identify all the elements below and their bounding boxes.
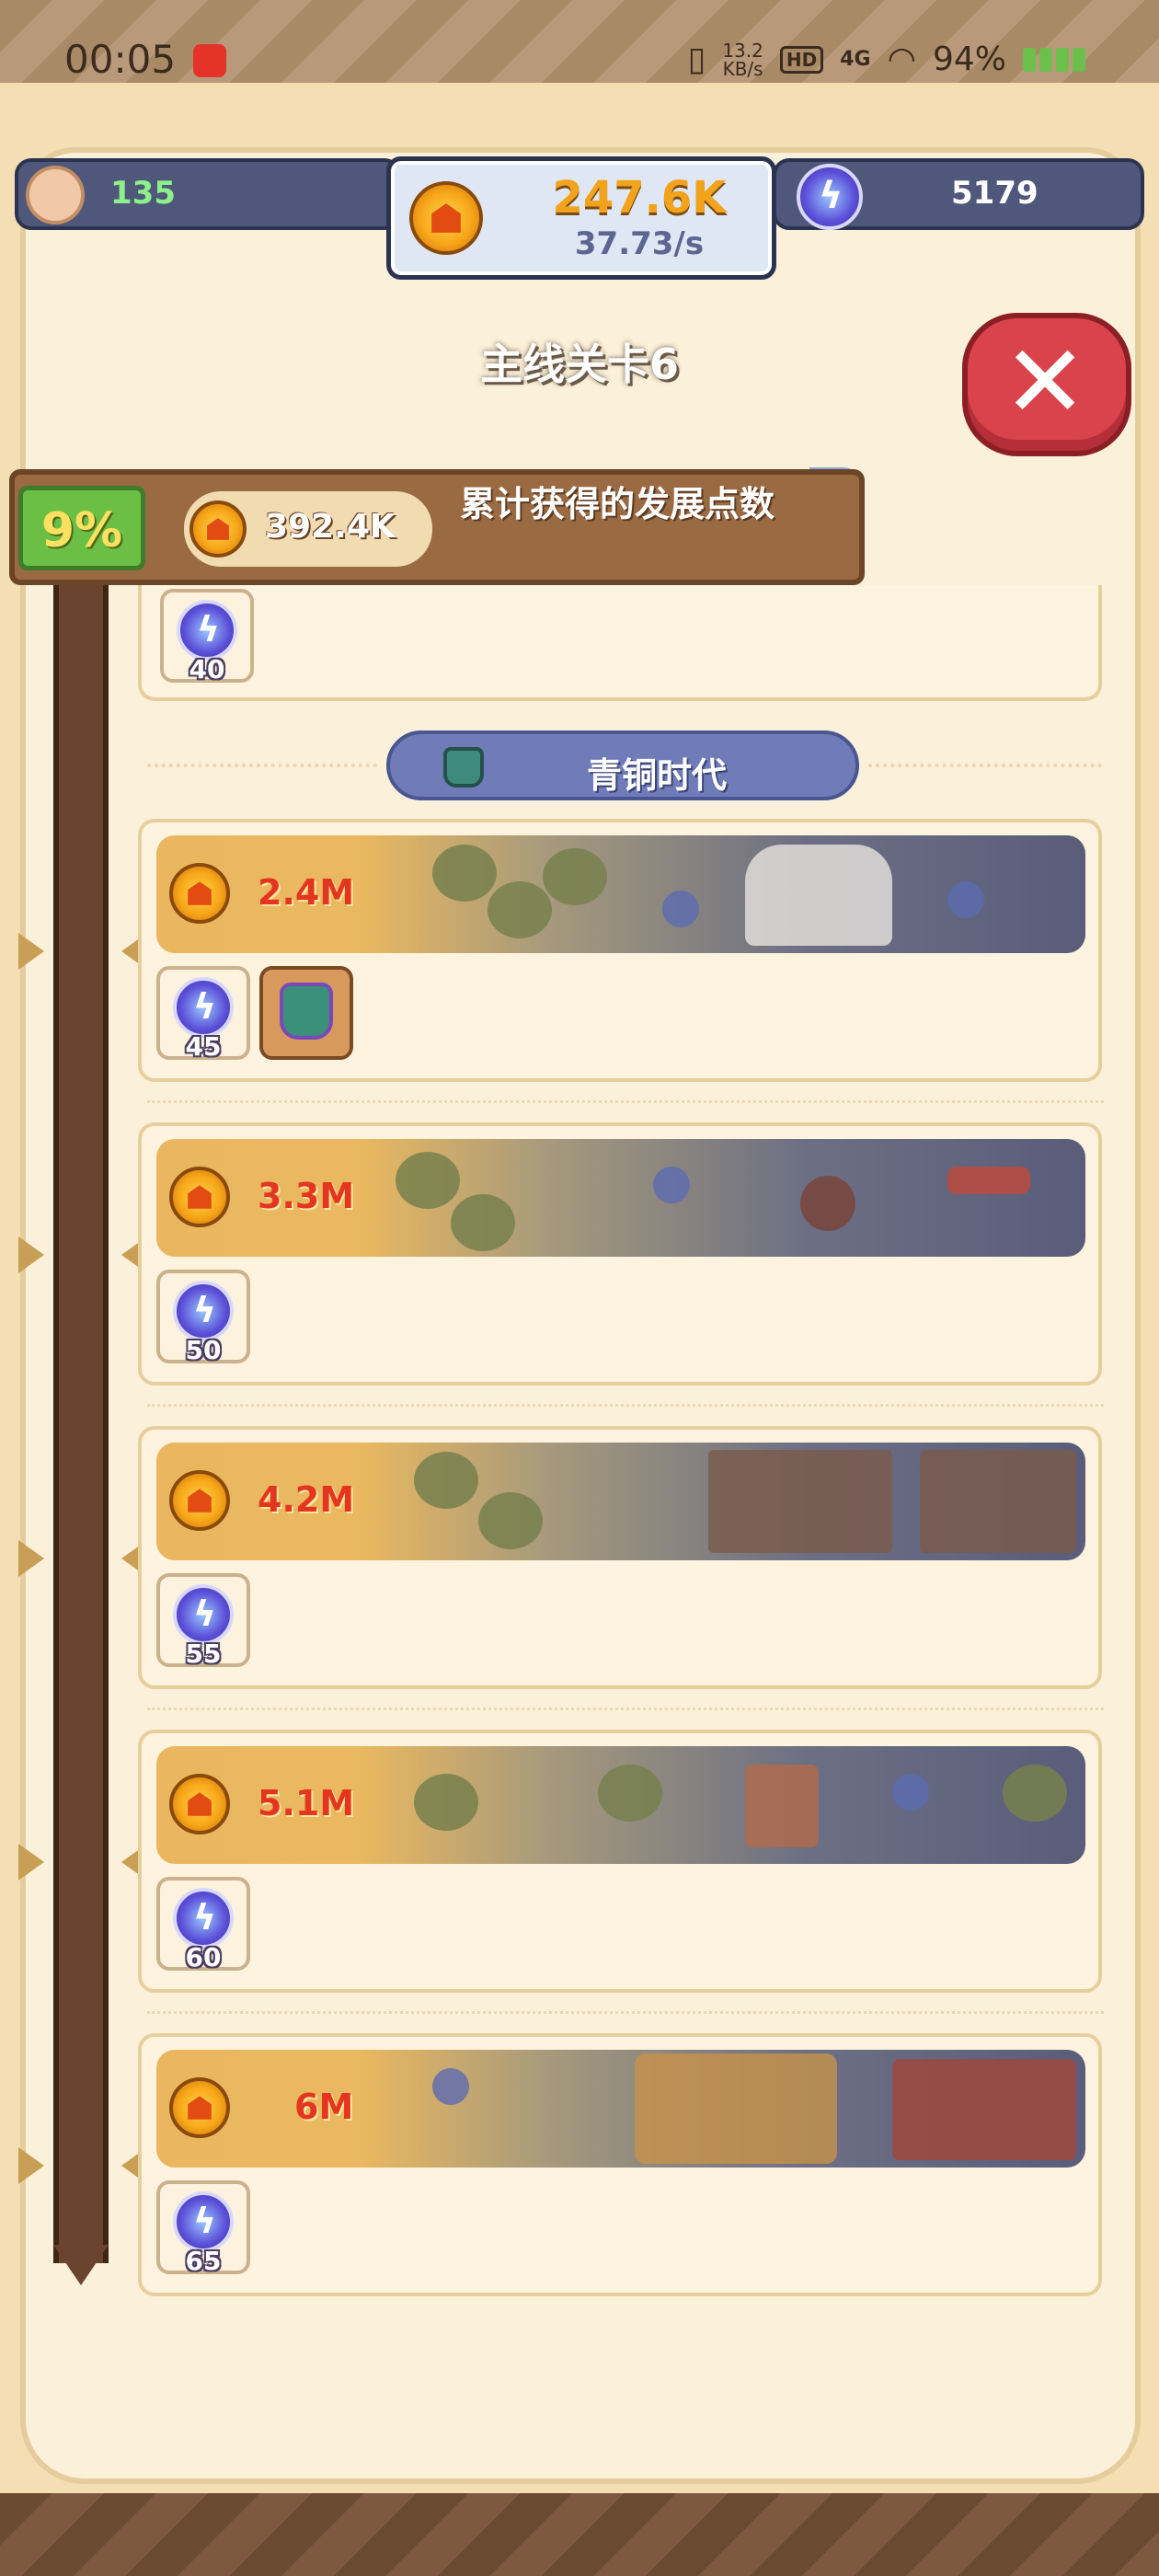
level-scene: 2.4M: [156, 835, 1085, 953]
level-scene: 4.2M: [156, 1443, 1085, 1560]
reward-quantity: 45: [185, 1031, 222, 1062]
coin-counter: 247.6K 37.73/s: [386, 156, 776, 280]
population-count: 135: [110, 175, 176, 212]
coin-icon: [169, 2077, 230, 2138]
level-scene: 5.1M: [156, 1746, 1085, 1864]
level-card: 40: [138, 585, 1102, 701]
age-banner: 青铜时代: [386, 730, 859, 800]
level-card[interactable]: 4.2M 55: [138, 1426, 1102, 1689]
gem-icon: [173, 977, 234, 1038]
citizen-avatar-icon: [26, 166, 85, 224]
divider: [147, 2011, 1104, 2014]
coin-icon: [169, 1167, 230, 1227]
progress-percent: 9%: [18, 486, 145, 570]
gem-icon: [173, 1281, 234, 1341]
level-card[interactable]: 5.1M 60: [138, 1730, 1102, 1993]
gem-icon: [797, 164, 863, 230]
reward-quantity: 40: [189, 654, 225, 684]
coin-icon: [169, 863, 230, 924]
level-card[interactable]: 2.4M 45: [138, 819, 1102, 1082]
gem-icon: [177, 600, 237, 661]
age-name: 青铜时代: [586, 755, 727, 796]
gem-icon: [173, 2191, 234, 2252]
level-requirement: 4.2M: [258, 1479, 355, 1520]
timeline-marker: [18, 1236, 147, 1273]
level-requirement: 6M: [294, 2087, 354, 2127]
divider: [147, 1708, 1104, 1710]
coin-amount: 247.6K: [552, 172, 727, 224]
battery-percent: 94%: [932, 40, 1006, 78]
level-requirement: 5.1M: [258, 1783, 355, 1823]
close-icon: ✕: [1003, 323, 1088, 441]
hd-icon: HD: [779, 45, 824, 74]
clock: 00:05: [64, 37, 177, 82]
gem-icon: [173, 1888, 234, 1949]
points-label: 累计获得的发展点数: [460, 484, 775, 524]
reward-quantity: 60: [185, 1942, 222, 1972]
gem-bar: 5179: [773, 158, 1144, 230]
coin-icon: [409, 181, 483, 255]
points-value: 392.4K: [265, 508, 396, 546]
signal-icon: 4G: [840, 48, 871, 71]
gem-reward[interactable]: 55: [156, 1573, 250, 1669]
level-card[interactable]: 3.3M 50: [138, 1122, 1102, 1386]
gem-reward[interactable]: 40: [160, 589, 254, 684]
page-title: 主线关卡6: [479, 339, 679, 389]
level-scene: 3.3M: [156, 1139, 1085, 1257]
close-button[interactable]: ✕: [962, 313, 1131, 456]
points-pill: 392.4K: [184, 491, 432, 567]
gem-reward[interactable]: 50: [156, 1270, 250, 1365]
coin-rate: 37.73/s: [574, 225, 705, 262]
gem-reward[interactable]: 45: [156, 966, 250, 1062]
wifi-icon: ◠: [887, 40, 916, 78]
timeline-marker: [18, 1844, 147, 1880]
coin-icon: [189, 500, 247, 558]
divider: [868, 764, 1102, 767]
vibrate-icon: ▯: [687, 40, 706, 78]
progress-timeline: [53, 585, 109, 2263]
level-scene: 6M: [156, 2050, 1085, 2168]
level-requirement: 3.3M: [258, 1176, 355, 1216]
gem-count: 5179: [951, 175, 1039, 212]
gem-reward[interactable]: 60: [156, 1877, 250, 1972]
level-requirement: 2.4M: [258, 872, 355, 913]
reward-quantity: 55: [185, 1639, 222, 1669]
status-bar: 00:05 ▯ 13.2 KB/s HD 4G ◠ 94%: [0, 0, 1159, 83]
bronze-urn-icon: [280, 983, 333, 1040]
timeline-marker: [18, 2147, 147, 2184]
relic-reward[interactable]: [259, 966, 353, 1060]
bronze-urn-icon: [443, 747, 484, 788]
coin-icon: [169, 1470, 230, 1531]
timeline-marker: [18, 1540, 147, 1577]
net-speed: 13.2 KB/s: [722, 39, 763, 80]
divider: [147, 764, 377, 767]
divider: [147, 1100, 1104, 1103]
reward-quantity: 50: [185, 1335, 222, 1365]
battery-icon: [1023, 47, 1085, 72]
bottom-band: [0, 2493, 1159, 2576]
timeline-marker: [18, 933, 147, 970]
population-bar: 135: [15, 158, 401, 230]
divider: [147, 1404, 1104, 1407]
coin-icon: [169, 1774, 230, 1834]
gem-reward[interactable]: 65: [156, 2180, 250, 2276]
gem-icon: [173, 1584, 234, 1645]
level-card[interactable]: 6M 65: [138, 2033, 1102, 2296]
reward-quantity: 65: [185, 2246, 222, 2276]
notification-app-icon: [193, 44, 226, 77]
